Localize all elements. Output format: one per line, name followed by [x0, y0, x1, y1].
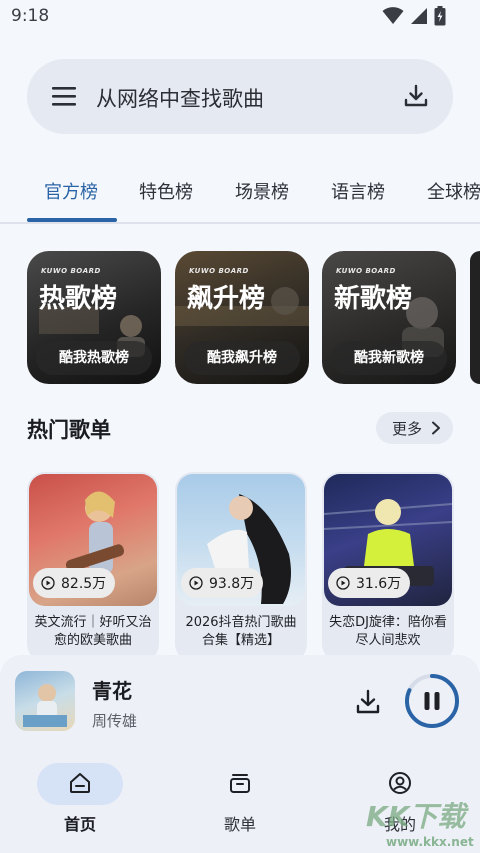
- board-title: 热歌榜: [39, 284, 118, 314]
- nav-item-playlist[interactable]: 歌单: [180, 755, 300, 853]
- song-title: 青花: [92, 679, 132, 703]
- playlist-card[interactable]: 82.5万 英文流行｜好听又治愈的欧美歌曲: [27, 472, 159, 662]
- board-card-rising[interactable]: KUWO BOARD 飙升榜 酷我飙升榜: [175, 251, 309, 384]
- profile-icon: [389, 772, 411, 794]
- mini-player[interactable]: 青花 周传雄: [0, 655, 480, 755]
- play-icon: [189, 576, 203, 590]
- board-brand: KUWO BOARD: [336, 267, 396, 275]
- pause-icon: [424, 692, 430, 710]
- active-tab-indicator: [27, 218, 117, 222]
- play-count: 93.8万: [209, 576, 255, 592]
- chevron-right-icon: [432, 421, 440, 435]
- tab-official[interactable]: 官方榜: [44, 178, 98, 204]
- nav-label: 歌单: [223, 815, 256, 834]
- play-count-badge: 82.5万: [33, 568, 116, 598]
- playlist-icon: [230, 774, 250, 793]
- status-time: 9:18: [11, 6, 50, 26]
- play-count: 31.6万: [356, 576, 402, 592]
- chart-category-tabs: 官方榜 特色榜 场景榜 语言榜 全球榜: [0, 160, 480, 224]
- now-playing-cover-art: [23, 684, 67, 727]
- play-count-badge: 31.6万: [328, 568, 411, 598]
- board-brand: KUWO BOARD: [189, 267, 249, 275]
- board-brand: KUWO BOARD: [41, 267, 101, 275]
- tab-global[interactable]: 全球榜: [427, 178, 480, 204]
- board-button[interactable]: 酷我新歌榜: [331, 341, 447, 375]
- section-title: 热门歌单: [27, 418, 111, 442]
- nav-item-home[interactable]: 首页: [20, 755, 140, 853]
- battery-icon: [434, 6, 446, 26]
- more-button[interactable]: 更多: [376, 412, 453, 444]
- song-artist: 周传雄: [92, 712, 138, 730]
- playlist-card[interactable]: 31.6万 失恋DJ旋律：陪你看尽人间悲欢: [322, 472, 454, 662]
- board-title: 新歌榜: [334, 284, 413, 314]
- download-icon[interactable]: [403, 83, 429, 109]
- play-icon: [336, 576, 350, 590]
- watermark-url: www.kkx.net: [386, 835, 474, 849]
- board-card-new[interactable]: KUWO BOARD 新歌榜 酷我新歌榜: [322, 251, 456, 384]
- tab-scene[interactable]: 场景榜: [235, 178, 289, 204]
- nav-label: 首页: [63, 815, 96, 834]
- playlist-card[interactable]: 93.8万 2026抖音热门歌曲合集【精选】: [175, 472, 307, 662]
- play-count: 82.5万: [61, 576, 107, 592]
- status-icons: [382, 6, 446, 26]
- search-bar[interactable]: 从网络中查找歌曲: [27, 59, 453, 134]
- watermark: KK下载 www.kkx.net: [362, 795, 480, 853]
- board-card-hot[interactable]: KUWO BOARD 热歌榜 酷我热歌榜: [27, 251, 161, 384]
- more-label: 更多: [392, 420, 423, 438]
- playlist-name: 失恋DJ旋律：陪你看尽人间悲欢: [329, 615, 447, 648]
- watermark-logo: KK下载: [366, 800, 466, 833]
- tab-language[interactable]: 语言榜: [331, 178, 385, 204]
- play-count-badge: 93.8万: [181, 568, 264, 598]
- search-placeholder[interactable]: 从网络中查找歌曲: [96, 83, 264, 113]
- menu-icon[interactable]: [51, 85, 77, 107]
- download-icon[interactable]: [354, 688, 382, 716]
- status-bar: 9:18: [0, 0, 480, 36]
- board-title: 飙升榜: [187, 284, 266, 314]
- home-icon: [70, 773, 90, 793]
- playlist-name: 英文流行｜好听又治愈的欧美歌曲: [34, 615, 152, 648]
- pause-button[interactable]: [404, 673, 460, 729]
- tab-featured[interactable]: 特色榜: [139, 178, 193, 204]
- signal-icon: [411, 8, 427, 24]
- wifi-icon: [382, 7, 404, 24]
- board-card-peek[interactable]: [470, 251, 480, 384]
- board-button[interactable]: 酷我飙升榜: [184, 341, 300, 375]
- playlist-name: 2026抖音热门歌曲合集【精选】: [185, 615, 297, 648]
- board-button[interactable]: 酷我热歌榜: [36, 341, 152, 375]
- play-icon: [41, 576, 55, 590]
- now-playing-cover[interactable]: [15, 671, 75, 731]
